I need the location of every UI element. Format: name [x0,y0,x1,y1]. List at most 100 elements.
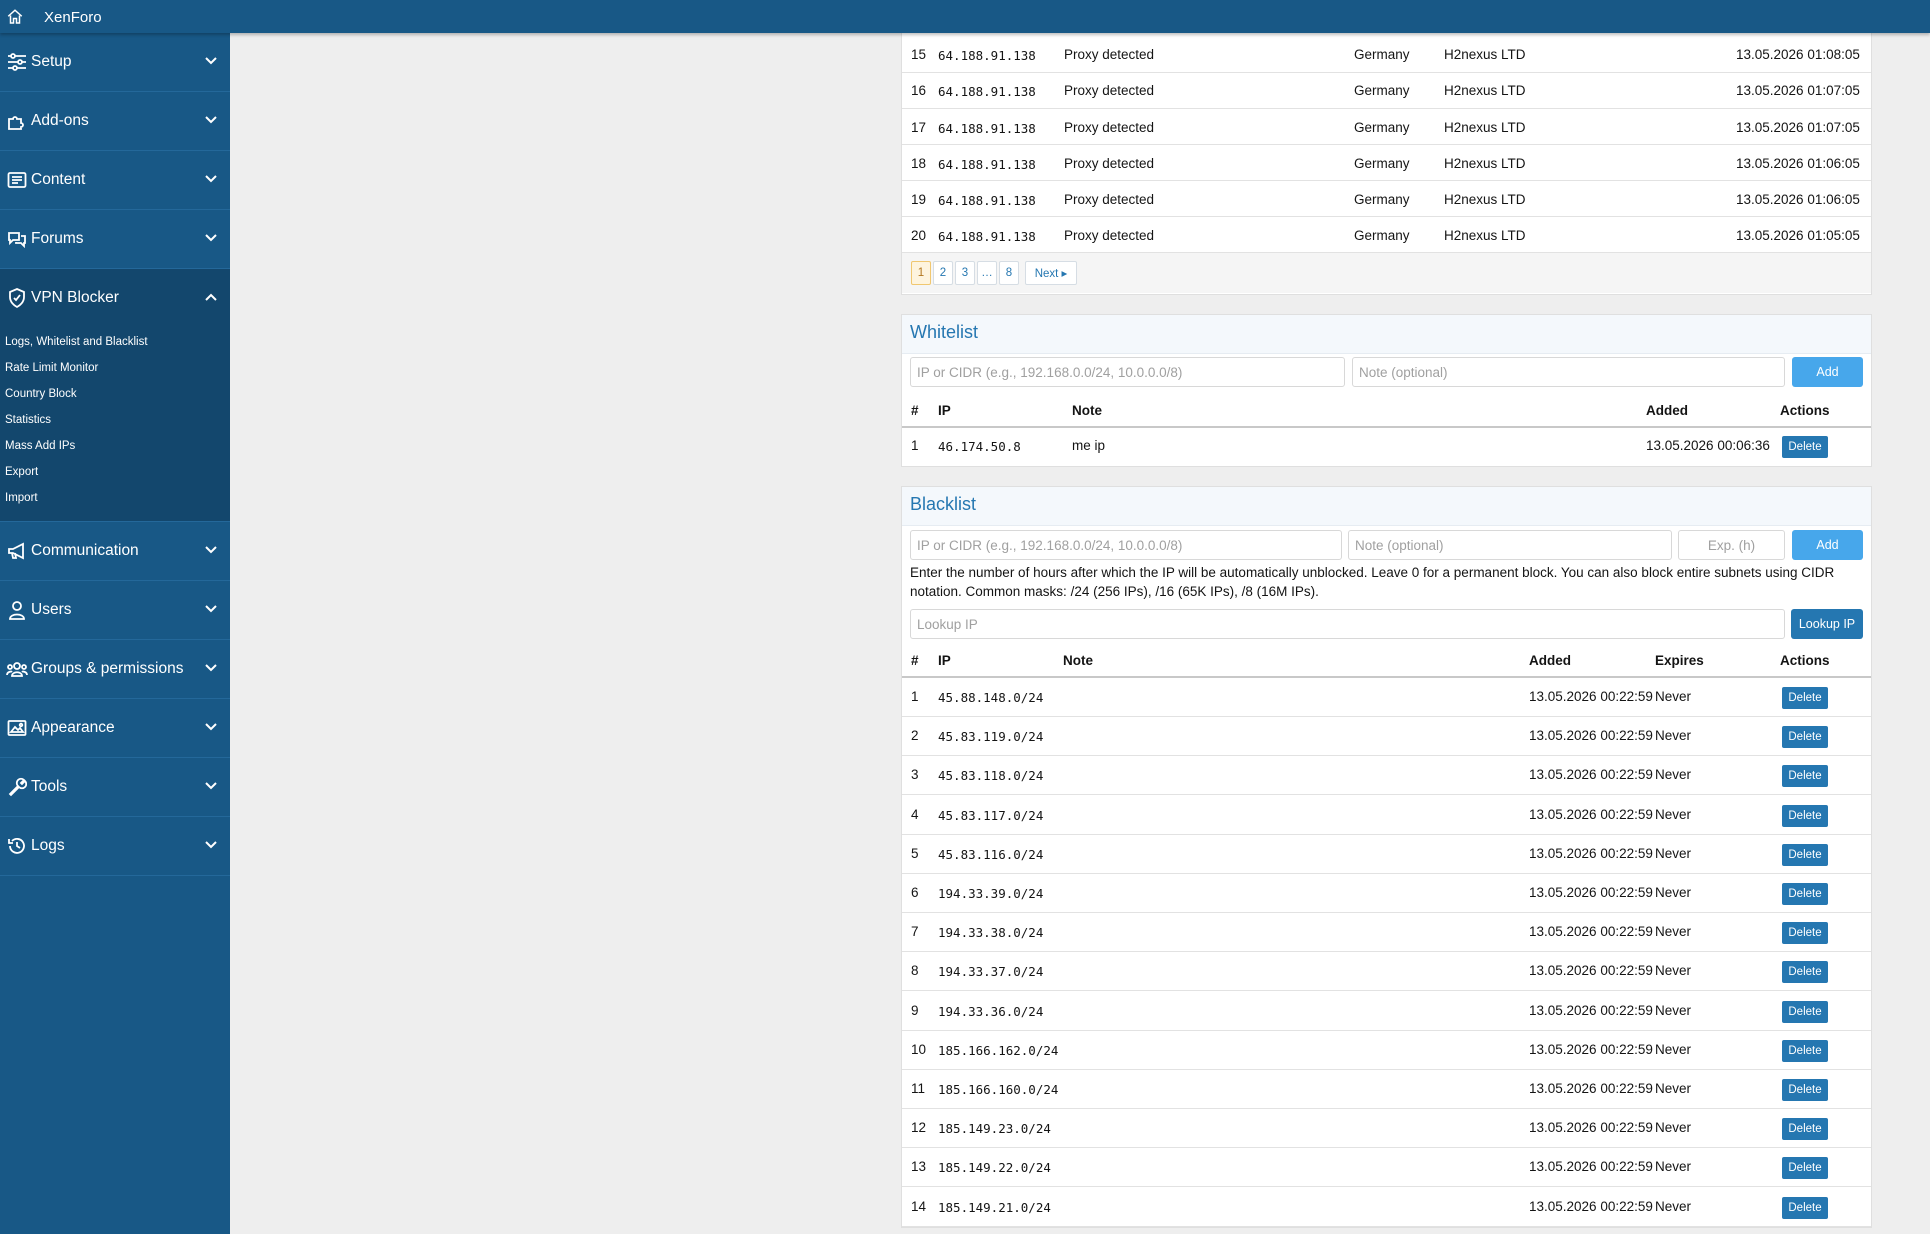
row-number: 15 [911,47,927,62]
row-number: 18 [911,156,927,171]
delete-button[interactable]: Delete [1782,922,1828,945]
delete-button[interactable]: Delete [1782,1118,1828,1141]
page-ellipsis-button[interactable]: … [977,261,997,285]
subnav-export[interactable]: Export [0,461,230,487]
delete-button[interactable]: Delete [1782,1196,1828,1219]
row-number: 10 [911,1041,927,1057]
row-number: 20 [911,228,927,243]
blacklist-exp-input[interactable] [1678,530,1785,560]
row-note: me ip [1072,438,1106,453]
delete-button[interactable]: Delete [1782,436,1828,458]
sidebar-item-users[interactable]: Users [0,581,230,640]
delete-button[interactable]: Delete [1782,1157,1828,1180]
chevron-up-icon [205,293,217,301]
whitelist-note-input[interactable] [1352,357,1785,387]
row-expires: Never [1655,806,1692,822]
blacklist-ip-input[interactable] [910,530,1342,560]
row-expires: Never [1655,1081,1692,1096]
row-ip: 185.149.23.0/24 [938,1121,1051,1137]
home-icon[interactable] [6,8,24,26]
row-ip: 64.188.91.138 [938,121,1036,136]
sidebar-item-label: Tools [31,778,68,795]
sidebar-item-label: Setup [31,53,72,70]
sidebar-item-appearance[interactable]: Appearance [0,699,230,758]
row-ip: 64.188.91.138 [938,48,1036,63]
blacklist-table-header: # IP Note Added Expires Actions [902,648,1871,678]
delete-button[interactable]: Delete [1782,1079,1828,1101]
sidebar-item-label: Communication [31,542,139,559]
next-page-button[interactable]: Next ▸ [1025,261,1077,285]
row-country: Germany [1354,192,1410,207]
delete-button[interactable]: Delete [1782,961,1828,984]
sidebar-item-communication[interactable]: Communication [0,522,230,581]
sidebar-item-groups-permissions[interactable]: Groups & permissions [0,640,230,699]
chevron-down-icon [205,723,217,731]
subnav-import[interactable]: Import [0,487,230,513]
chevron-down-icon [205,57,217,65]
chevron-down-icon [205,782,217,790]
subnav-country-block[interactable]: Country Block [0,383,230,409]
sidebar-item-logs[interactable]: Logs [0,817,230,876]
row-ip: 45.83.117.0/24 [938,807,1044,823]
sidebar-item-tools[interactable]: Tools [0,758,230,817]
delete-button[interactable]: Delete [1782,843,1828,866]
page-8-button[interactable]: 8 [999,261,1019,285]
page-3-button[interactable]: 3 [955,261,975,285]
row-added: 13.05.2026 00:22:59 [1529,963,1653,979]
row-expires: Never [1655,963,1692,979]
delete-button[interactable]: Delete [1782,1039,1828,1062]
whitelist-add-button[interactable]: Add [1792,357,1863,387]
row-added: 13.05.2026 00:22:59 [1529,728,1653,744]
sidebar: Setup Add-ons Content Forums VPN Blocker… [0,33,230,1234]
row-added: 13.05.2026 00:22:59 [1529,1120,1653,1136]
row-reason: Proxy detected [1064,228,1155,243]
sidebar-item-vpn-blocker[interactable]: VPN Blocker [0,269,230,327]
row-reason: Proxy detected [1064,192,1155,207]
blacklist-add-button[interactable]: Add [1792,530,1863,560]
blacklist-note-input[interactable] [1348,530,1672,560]
lookup-ip-input[interactable] [910,609,1785,639]
delete-button[interactable]: Delete [1782,1000,1828,1023]
sidebar-item-forums[interactable]: Forums [0,210,230,269]
app-title[interactable]: XenForo [44,9,102,26]
delete-button[interactable]: Delete [1782,687,1828,709]
page-2-button[interactable]: 2 [933,261,953,285]
subnav-statistics[interactable]: Statistics [0,409,230,435]
row-number: 19 [911,192,927,207]
row-ip: 64.188.91.138 [938,84,1036,99]
sidebar-item-addons[interactable]: Add-ons [0,92,230,151]
delete-button[interactable]: Delete [1782,726,1828,749]
row-number: 3 [911,767,919,783]
row-added: 13.05.2026 00:22:59 [1529,1002,1653,1018]
row-country: Germany [1354,156,1410,171]
table-row: 9 194.33.36.0/24 13.05.2026 00:22:59 Never D… [902,992,1871,1031]
user-icon [6,599,28,621]
sidebar-item-content[interactable]: Content [0,151,230,210]
sliders-icon [6,51,28,73]
row-reason: Proxy detected [1064,156,1155,171]
row-ip: 45.83.119.0/24 [938,729,1044,745]
sidebar-item-setup[interactable]: Setup [0,33,230,92]
delete-button[interactable]: Delete [1782,765,1828,788]
whitelist-ip-input[interactable] [910,357,1345,387]
sidebar-item-label: VPN Blocker [31,289,119,306]
table-row: 16 64.188.91.138 Proxy detected Germany … [902,73,1871,109]
col-added: Added [1529,653,1571,668]
delete-button[interactable]: Delete [1782,883,1828,905]
col-actions: Actions [1780,403,1830,418]
row-ip: 45.88.148.0/24 [938,690,1044,705]
row-reason: Proxy detected [1064,83,1155,98]
col-expires: Expires [1655,653,1704,668]
sidebar-item-label: Groups & permissions [31,660,184,677]
subnav-mass-add-ips[interactable]: Mass Add IPs [0,435,230,461]
subnav-rate-limit-monitor[interactable]: Rate Limit Monitor [0,357,230,383]
row-ip: 194.33.37.0/24 [938,964,1044,980]
subnav-logs-whitelist-blacklist[interactable]: Logs, Whitelist and Blacklist [0,331,230,357]
lookup-ip-button[interactable]: Lookup IP [1791,609,1863,639]
col-added: Added [1646,403,1688,418]
delete-button[interactable]: Delete [1782,804,1828,827]
row-ip: 185.149.21.0/24 [938,1199,1051,1215]
history-icon [6,835,28,857]
page-1-button[interactable]: 1 [911,261,931,285]
table-row: 5 45.83.116.0/24 13.05.2026 00:22:59 Never D… [902,835,1871,874]
